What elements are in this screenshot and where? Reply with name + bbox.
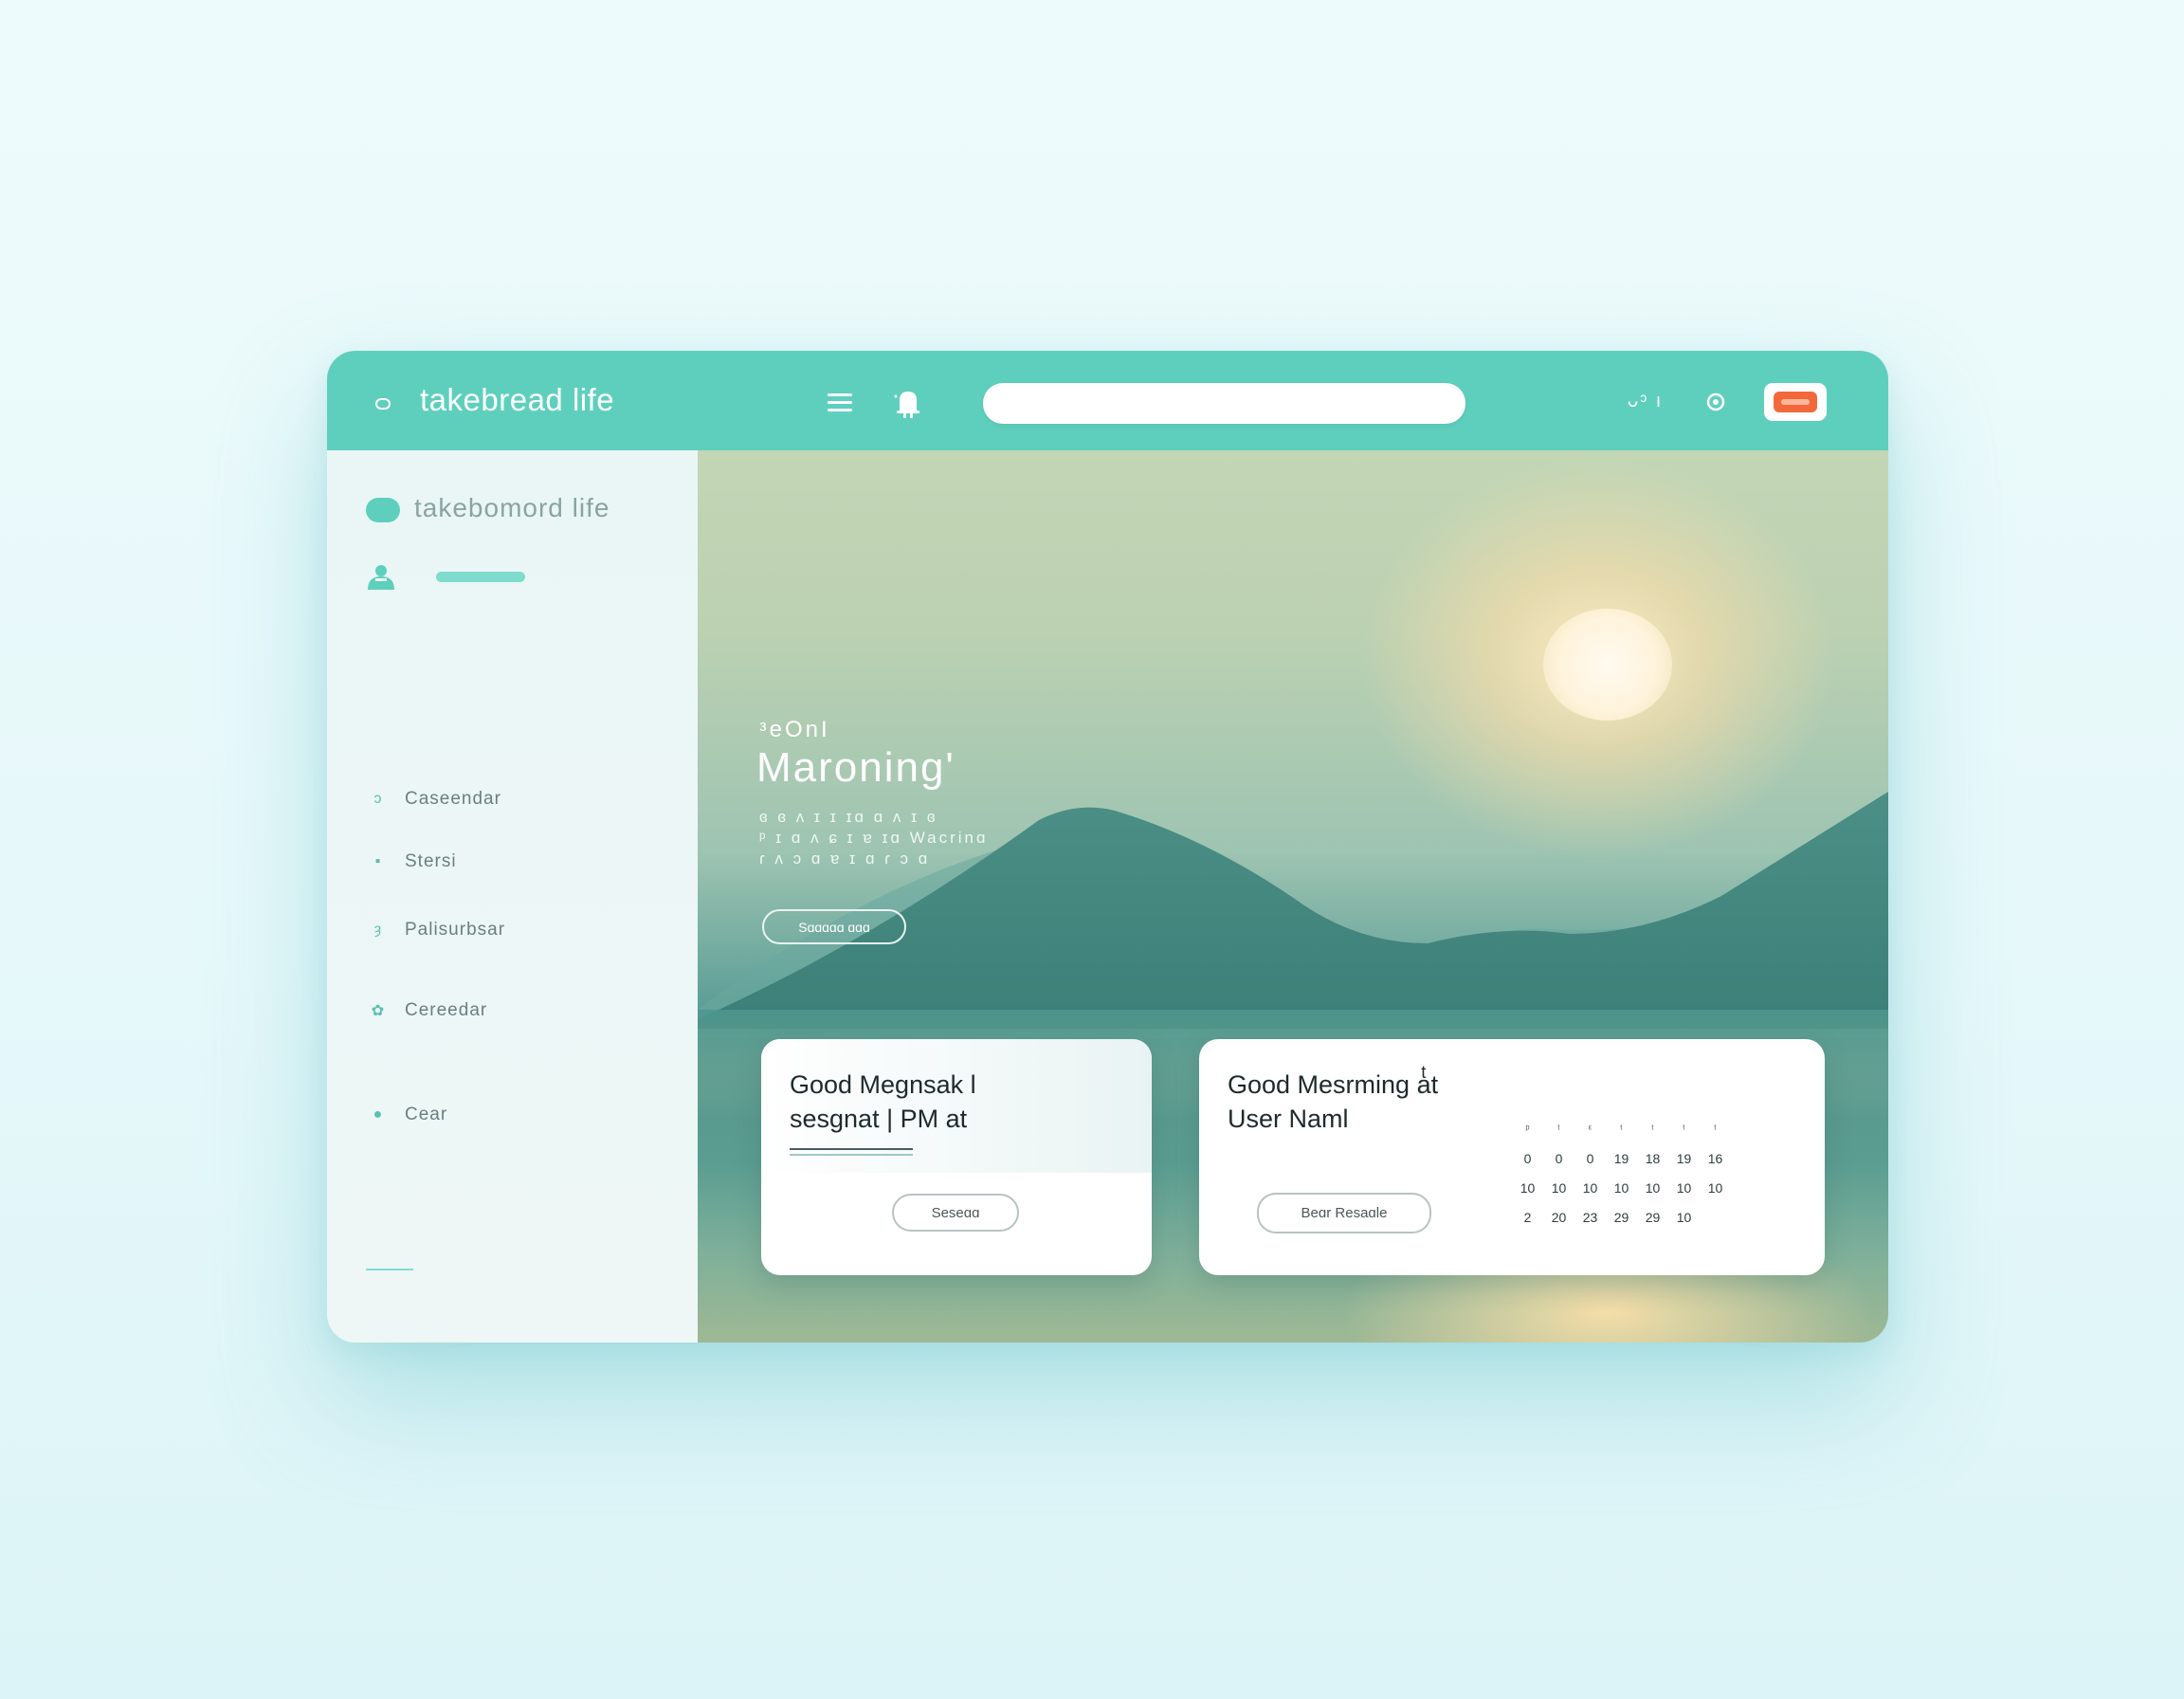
sidebar-title: takebomord life	[414, 493, 610, 522]
card-title-line: Good Mesrming aͭt	[1228, 1070, 1439, 1099]
user-avatar-icon[interactable]	[366, 561, 396, 592]
main-hero-area: ᵌeOnI Maroning' ɞ ɞ ʌ ɪ ɪ ɪɑ ɑ ʌ ɪ ɞ ᵖ ɪ…	[698, 450, 1888, 1343]
calendar-weekday: ᵗ	[1683, 1124, 1685, 1135]
brand-title[interactable]: takebread life	[420, 382, 614, 418]
calendar-day[interactable]: 16	[1700, 1144, 1731, 1174]
calendar-day[interactable]: 0	[1512, 1144, 1543, 1174]
calendar-day[interactable]: 19	[1668, 1144, 1700, 1174]
menu-icon[interactable]	[828, 393, 852, 412]
sidebar-item-plans[interactable]: ȝ Palisurbsar	[369, 920, 505, 941]
sidebar-item-label: Cear	[405, 1105, 448, 1124]
brand-dot-icon	[375, 398, 391, 410]
calendar-day[interactable]: 29	[1606, 1203, 1637, 1233]
card-button[interactable]: Beɑr Resaɑle	[1257, 1193, 1431, 1233]
calendar-week-row: 0 0 0 19 18 19 16	[1512, 1144, 1777, 1174]
calendar-card: Good Mesrming aͭt User Naml Beɑr Resaɑle…	[1199, 1039, 1825, 1275]
sidebar-divider	[366, 1269, 413, 1270]
note-icon: ▪	[374, 853, 382, 869]
hero-subtitle-line: ɞ ɞ ʌ ɪ ɪ ɪɑ ɑ ʌ ɪ ɞ	[759, 808, 938, 826]
calendar-day[interactable]: 10	[1637, 1174, 1668, 1203]
calendar-day[interactable]: 10	[1668, 1203, 1700, 1233]
card-title: Good Mesrming aͭt User Naml	[1228, 1068, 1438, 1136]
calendar-day[interactable]: 10	[1543, 1174, 1574, 1203]
calendar-day[interactable]: 10	[1606, 1174, 1637, 1203]
hero-title: Maroning'	[756, 744, 956, 791]
card-underline	[790, 1154, 913, 1156]
card-title: Good Megnsak l sesgnat | PM at	[790, 1068, 976, 1136]
calendar-day[interactable]: 18	[1637, 1144, 1668, 1174]
calendar-weekday: ᵖ	[1525, 1124, 1530, 1135]
search-input[interactable]	[983, 383, 1465, 424]
calendar-icon: ↄ	[373, 791, 383, 807]
sidebar-item-notes[interactable]: ▪ Stersi	[369, 851, 457, 872]
card-underline	[790, 1148, 913, 1150]
sidebar-item-label: Caseendar	[405, 789, 501, 809]
hero-button[interactable]: Sɑɑɑɑɑ ɑɑɑ	[762, 909, 906, 944]
sidebar-item-label: Palisurbsar	[405, 920, 506, 940]
calendar-day[interactable]: 20	[1543, 1203, 1574, 1233]
hero-subtitle-line: ᵖ ɪ ɑ ʌ ɕ ɪ ɐ ɪɑ Wacrinɑ	[759, 829, 989, 847]
top-bar: takebread life ᴗᵓ ı	[327, 351, 1888, 450]
hero-kicker: ᵌeOnI	[759, 717, 830, 742]
sidebar-item-calendar[interactable]: ↄ Caseendar	[369, 789, 501, 810]
calendar-day[interactable]: 0	[1574, 1144, 1606, 1174]
sidebar-item-clear[interactable]: ● Cear	[369, 1105, 447, 1125]
calendar-day[interactable]	[1700, 1203, 1731, 1233]
settings-icon[interactable]	[1705, 392, 1726, 412]
sidebar-item-label: Cereedar	[405, 1000, 488, 1020]
card-title-line: User Naml	[1228, 1105, 1349, 1133]
calendar-week-row: 2 20 23 29 29 10	[1512, 1203, 1777, 1233]
calendar-weekday: ᵗ	[1714, 1124, 1717, 1135]
hero-subtitle: ɞ ɞ ʌ ɪ ɪ ɪɑ ɑ ʌ ɪ ɞ ᵖ ɪ ɑ ʌ ɕ ɪ ɐ ɪɑ Wa…	[759, 807, 1034, 869]
bell-icon[interactable]	[894, 387, 922, 419]
calendar-header-row: ᵖ ᵗ ᵋ ᵗ ᵗ ᵗ ᵗ	[1512, 1115, 1777, 1144]
circle-icon: ●	[373, 1106, 384, 1123]
calendar-day[interactable]: 2	[1512, 1203, 1543, 1233]
leaf-icon: ȝ	[374, 922, 382, 938]
card-button[interactable]: Seseɑɑ	[892, 1194, 1019, 1232]
greeting-card: Good Megnsak l sesgnat | PM at Seseɑɑ	[761, 1039, 1152, 1275]
hero-subtitle-line: ɾ ʌ ɔ ɑ ɐ ɪ ɑ ɾ ɔ ɑ	[759, 850, 931, 868]
calendar-weekday: ᵗ	[1557, 1124, 1560, 1135]
calendar-weekday: ᵗ	[1620, 1124, 1623, 1135]
calendar-day[interactable]: 19	[1606, 1144, 1637, 1174]
calendar-day[interactable]: 0	[1543, 1144, 1574, 1174]
sidebar-logo-icon	[366, 498, 400, 522]
app-window: takebread life ᴗᵓ ı takebomord life ↄ Ca…	[327, 351, 1888, 1343]
settings-icon: ✿	[371, 1003, 386, 1019]
card-title-line: sesgnat | PM at	[790, 1105, 968, 1133]
calendar-weekday: ᵋ	[1588, 1124, 1592, 1135]
calendar-day[interactable]: 10	[1700, 1174, 1731, 1203]
header-status-text: ᴗᵓ ı	[1628, 391, 1664, 411]
card-title-line: Good Megnsak l	[790, 1070, 976, 1099]
calendar-week-row: 10 10 10 10 10 10 10	[1512, 1174, 1777, 1203]
avatar-image	[1774, 392, 1817, 412]
avatar[interactable]	[1764, 383, 1827, 421]
user-name-placeholder	[436, 572, 525, 582]
calendar-day[interactable]: 10	[1574, 1174, 1606, 1203]
calendar-day[interactable]: 29	[1637, 1203, 1668, 1233]
sidebar-item-calendar-2[interactable]: ✿ Cereedar	[369, 1000, 487, 1021]
calendar-day[interactable]: 23	[1574, 1203, 1606, 1233]
sidebar-item-label: Stersi	[405, 851, 457, 871]
mini-calendar: ᵖ ᵗ ᵋ ᵗ ᵗ ᵗ ᵗ 0 0 0 19 18 19 16 10 10 10…	[1512, 1115, 1777, 1233]
sidebar: takebomord life ↄ Caseendar ▪ Stersi ȝ P…	[327, 450, 698, 1343]
calendar-day[interactable]: 10	[1512, 1174, 1543, 1203]
calendar-day[interactable]: 10	[1668, 1174, 1700, 1203]
calendar-weekday: ᵗ	[1651, 1124, 1654, 1135]
